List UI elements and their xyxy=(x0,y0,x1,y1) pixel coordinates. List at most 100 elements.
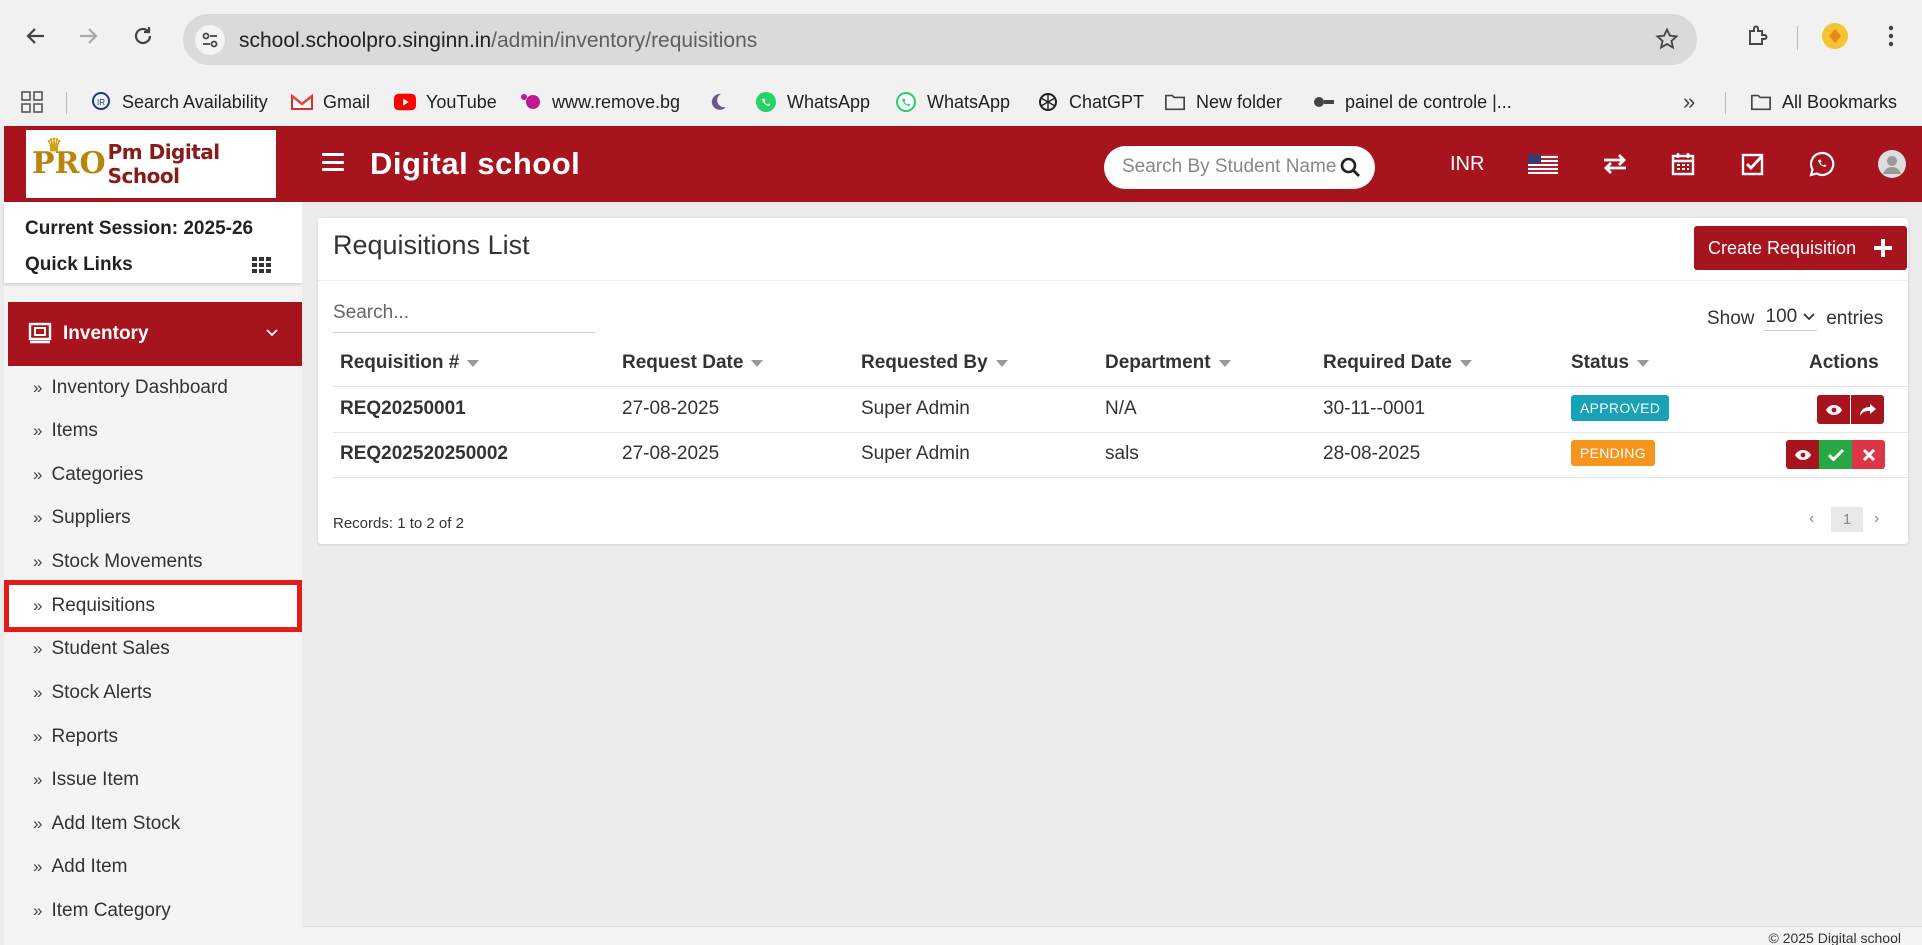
sidebar-item-stock-movements[interactable]: » Stock Movements xyxy=(33,547,202,577)
column-header-label: Status xyxy=(1571,352,1630,373)
currency-selector[interactable]: INR xyxy=(1450,153,1484,176)
entries-label: entries xyxy=(1826,307,1884,329)
session-panel: Current Session: 2025-26 Quick Links xyxy=(4,202,302,283)
cell-requisition-id: REQ20250001 xyxy=(340,398,466,419)
bookmark-item[interactable]: www.remove.bg xyxy=(520,88,680,116)
bookmark-item[interactable]: ChatGPT xyxy=(1037,88,1144,116)
bookmark-item[interactable] xyxy=(707,88,739,116)
bookmark-item[interactable]: IR Search Availability xyxy=(90,88,268,116)
create-requisition-button[interactable]: Create Requisition xyxy=(1694,226,1907,270)
student-search-input[interactable] xyxy=(1122,156,1337,178)
column-header-requested-by[interactable]: Requested By xyxy=(861,352,1008,374)
reject-button[interactable] xyxy=(1852,440,1885,469)
search-icon[interactable] xyxy=(1340,157,1361,183)
bookmark-item[interactable]: Gmail xyxy=(291,88,370,116)
menu-toggle-icon[interactable] xyxy=(322,153,344,171)
whatsapp-icon[interactable] xyxy=(1806,148,1838,180)
bookmarks-divider xyxy=(1725,92,1726,114)
sort-icon xyxy=(995,359,1008,367)
sidebar-item-student-sales[interactable]: » Student Sales xyxy=(33,634,170,664)
sidebar-item-item-category[interactable]: » Item Category xyxy=(33,896,171,926)
sidebar-item-suppliers[interactable]: » Suppliers xyxy=(33,503,131,533)
approve-button[interactable] xyxy=(1819,440,1852,469)
sidebar-item-categories[interactable]: » Categories xyxy=(33,460,143,490)
eye-icon xyxy=(1794,449,1811,460)
forward-button[interactable] xyxy=(1851,395,1884,424)
sidebar-section-inventory[interactable]: Inventory xyxy=(8,302,302,366)
sidebar-item-requisitions[interactable]: » Requisitions xyxy=(33,591,155,621)
pagination-prev[interactable]: ‹ xyxy=(1809,510,1814,528)
sidebar-item-label: Student Sales xyxy=(51,638,170,659)
column-header-request-date[interactable]: Request Date xyxy=(622,352,764,374)
sidebar-item-reports[interactable]: » Reports xyxy=(33,722,118,752)
entries-select[interactable]: 100 xyxy=(1763,306,1818,331)
cell-required-date: 30-11--0001 xyxy=(1323,398,1426,419)
bookmark-item[interactable]: YouTube xyxy=(394,88,497,116)
forward-icon[interactable] xyxy=(70,18,106,54)
sort-icon xyxy=(1218,359,1231,367)
calendar-icon[interactable] xyxy=(1667,148,1699,180)
column-header-status[interactable]: Status xyxy=(1571,352,1650,374)
pagination-page[interactable]: 1 xyxy=(1831,507,1863,532)
plus-icon xyxy=(1873,238,1893,263)
bookmark-item[interactable]: New folder xyxy=(1164,88,1282,116)
sidebar-item-items[interactable]: » Items xyxy=(33,416,98,446)
bookmark-item[interactable]: WhatsApp xyxy=(755,88,870,116)
crown-logo-icon: ♛ PRO xyxy=(32,135,106,181)
view-button[interactable] xyxy=(1786,440,1819,469)
youtube-icon xyxy=(394,91,416,113)
task-check-icon[interactable] xyxy=(1737,148,1769,180)
pagination-next[interactable]: › xyxy=(1874,510,1879,528)
share-arrow-icon xyxy=(1859,403,1876,416)
bookmark-label: YouTube xyxy=(426,91,497,112)
bookmark-star-icon[interactable] xyxy=(1655,27,1679,56)
controle-icon xyxy=(1313,91,1335,113)
grid-icon[interactable] xyxy=(252,257,272,273)
cell-request-date: 27-08-2025 xyxy=(622,398,720,419)
apps-grid-icon[interactable] xyxy=(21,88,43,116)
sidebar-item-label: Categories xyxy=(51,464,144,485)
bookmark-label: WhatsApp xyxy=(787,91,871,112)
school-logo[interactable]: ♛ PRO Pm Digital School xyxy=(26,130,276,198)
exchange-icon[interactable] xyxy=(1599,148,1631,180)
column-header-label: Requested By xyxy=(861,352,988,373)
sort-icon xyxy=(1459,359,1472,367)
sidebar-item-add-item-stock[interactable]: » Add Item Stock xyxy=(33,809,180,839)
more-bookmarks-icon[interactable]: » xyxy=(1683,88,1695,116)
reload-icon[interactable] xyxy=(125,18,161,54)
double-chevron-icon: » xyxy=(33,814,43,833)
folder-icon xyxy=(1164,91,1186,113)
main-content: Requisitions List Create Requisition Sho… xyxy=(302,202,1922,945)
address-bar[interactable]: school.schoolpro.singinn.in/admin/invent… xyxy=(183,14,1697,65)
extensions-icon[interactable] xyxy=(1739,18,1775,54)
browser-menu-icon[interactable] xyxy=(1873,18,1909,54)
double-chevron-icon: » xyxy=(33,378,43,397)
bookmark-item[interactable]: painel de controle |... xyxy=(1313,88,1512,116)
profile-avatar-icon[interactable] xyxy=(1817,18,1853,54)
sidebar-item-add-item[interactable]: » Add Item xyxy=(33,852,128,882)
table-search-input[interactable] xyxy=(333,302,595,333)
browser-toolbar: school.schoolpro.singinn.in/admin/invent… xyxy=(0,0,1922,78)
chevron-down-icon xyxy=(1803,313,1815,321)
user-avatar-icon[interactable] xyxy=(1876,148,1908,180)
sidebar-item-label: Reports xyxy=(51,726,118,747)
view-button[interactable] xyxy=(1817,395,1850,424)
site-info-icon[interactable] xyxy=(195,25,225,55)
sidebar-item-issue-item[interactable]: » Issue Item xyxy=(33,765,139,795)
table-divider xyxy=(333,386,1908,387)
us-flag-icon[interactable] xyxy=(1527,148,1559,180)
url-path: /admin/inventory/requisitions xyxy=(491,29,758,52)
sidebar-section-label: Inventory xyxy=(63,323,149,344)
back-icon[interactable] xyxy=(18,18,54,54)
bookmark-item[interactable]: WhatsApp xyxy=(895,88,1010,116)
column-header-department[interactable]: Department xyxy=(1105,352,1231,374)
close-icon xyxy=(1862,448,1875,461)
sidebar-item-inventory-dashboard[interactable]: » Inventory Dashboard xyxy=(33,373,228,403)
sidebar-item-stock-alerts[interactable]: » Stock Alerts xyxy=(33,678,152,708)
page-title: Requisitions List xyxy=(333,230,530,260)
all-bookmarks[interactable]: All Bookmarks xyxy=(1750,88,1897,116)
column-header-requisition[interactable]: Requisition # xyxy=(340,352,480,374)
double-chevron-icon: » xyxy=(33,857,43,876)
column-header-required-date[interactable]: Required Date xyxy=(1323,352,1472,374)
quick-links-label[interactable]: Quick Links xyxy=(25,254,133,276)
